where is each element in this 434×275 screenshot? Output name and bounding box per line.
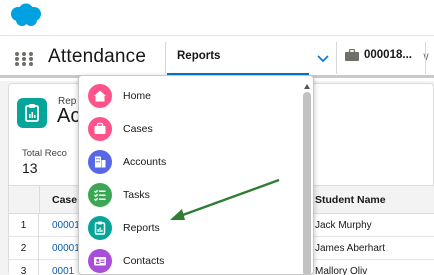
menu-item-accounts[interactable]: Accounts (79, 146, 299, 178)
column-header-student-name[interactable]: Student Name (315, 194, 386, 206)
row-number: 3 (9, 260, 39, 275)
student-name: James Aberhart (315, 243, 386, 254)
global-header (0, 0, 434, 36)
divider (39, 186, 40, 215)
menu-item-label: Tasks (123, 189, 150, 201)
menu-item-label: Contacts (123, 255, 165, 267)
menu-item-cases[interactable]: Cases (79, 113, 299, 145)
app-launcher-icon[interactable] (15, 52, 33, 66)
student-name: Mallory Oliv (315, 266, 368, 275)
report-icon (88, 216, 112, 240)
briefcase-icon (345, 49, 359, 61)
menu-item-label: Reports (123, 222, 160, 234)
column-header-case[interactable]: Case (52, 194, 77, 206)
menu-item-home[interactable]: Home (79, 80, 299, 112)
divider (425, 42, 426, 74)
divider (336, 42, 337, 74)
contact-icon (88, 249, 112, 273)
account-icon (88, 150, 112, 174)
row-number: 1 (9, 214, 39, 237)
case-icon (88, 117, 112, 141)
menu-item-contacts[interactable]: Contacts (79, 245, 299, 274)
menu-item-tasks[interactable]: Tasks (79, 179, 299, 211)
tab-reports[interactable]: Reports (167, 40, 309, 76)
report-icon (17, 98, 47, 128)
app-name: Attendance (48, 46, 147, 67)
total-records-label: Total Reco (22, 148, 67, 159)
home-icon (88, 84, 112, 108)
nav-dropdown-menu: Home Cases Accounts Tasks Reports Contac… (78, 75, 314, 275)
row-number: 2 (9, 237, 39, 260)
case-number-link[interactable]: 00001 (52, 243, 80, 254)
menu-item-label: Home (123, 90, 152, 102)
page-title: Ac (57, 105, 81, 127)
scrollbar-thumb[interactable] (303, 92, 311, 274)
scroll-up-arrow-icon[interactable] (304, 84, 310, 89)
total-records-value: 13 (22, 160, 38, 176)
salesforce-cloud-icon[interactable] (9, 3, 43, 29)
tab-reports-label: Reports (177, 50, 221, 62)
case-number-link[interactable]: 0001 (52, 266, 74, 275)
menu-item-reports[interactable]: Reports (79, 212, 299, 244)
tab-case-record-label: 000018... (364, 49, 412, 61)
task-icon (88, 183, 112, 207)
app-navigation-bar: Attendance Reports 000018... ∨ ✕ (0, 36, 434, 78)
divider (165, 42, 166, 74)
case-number-link[interactable]: 00001 (52, 220, 80, 231)
menu-item-label: Accounts (123, 156, 167, 168)
chevron-down-icon[interactable] (315, 50, 331, 66)
menu-item-label: Cases (123, 123, 153, 135)
chevron-down-icon[interactable]: ∨ (422, 50, 430, 63)
student-name: Jack Murphy (315, 220, 372, 231)
